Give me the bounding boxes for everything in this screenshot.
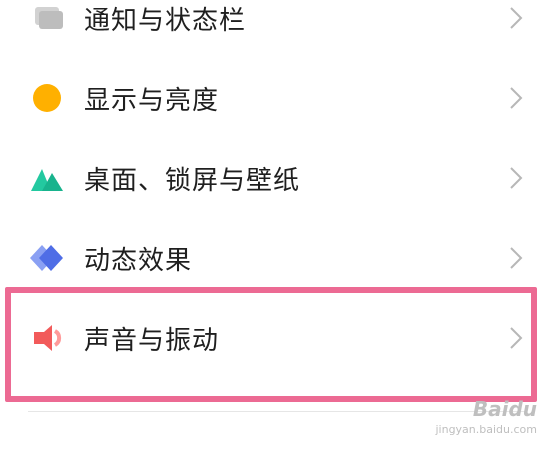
settings-item-animation[interactable]: 动态效果 bbox=[0, 218, 555, 298]
watermark-url: jingyan.baidu.com bbox=[435, 423, 537, 436]
animation-icon bbox=[30, 245, 63, 271]
chevron-right-icon bbox=[510, 7, 523, 29]
watermark-logo: Baidu bbox=[472, 397, 537, 421]
settings-item-label: 显示与亮度 bbox=[84, 85, 220, 116]
settings-item-label: 桌面、锁屏与壁纸 bbox=[84, 165, 301, 196]
chevron-right-icon bbox=[510, 247, 523, 269]
watermark: Baidu jingyan.baidu.com bbox=[417, 397, 537, 445]
wallpaper-icon bbox=[31, 169, 63, 191]
settings-item-notifications[interactable]: 通知与状态栏 bbox=[0, 0, 555, 58]
notification-icon bbox=[35, 7, 63, 29]
brightness-icon bbox=[33, 84, 61, 112]
chevron-right-icon bbox=[510, 167, 523, 189]
settings-item-display[interactable]: 显示与亮度 bbox=[0, 58, 555, 138]
settings-item-label: 通知与状态栏 bbox=[84, 5, 247, 36]
settings-item-wallpaper[interactable]: 桌面、锁屏与壁纸 bbox=[0, 138, 555, 218]
highlight-box bbox=[5, 287, 537, 402]
settings-item-label: 动态效果 bbox=[84, 245, 193, 276]
chevron-right-icon bbox=[510, 87, 523, 109]
